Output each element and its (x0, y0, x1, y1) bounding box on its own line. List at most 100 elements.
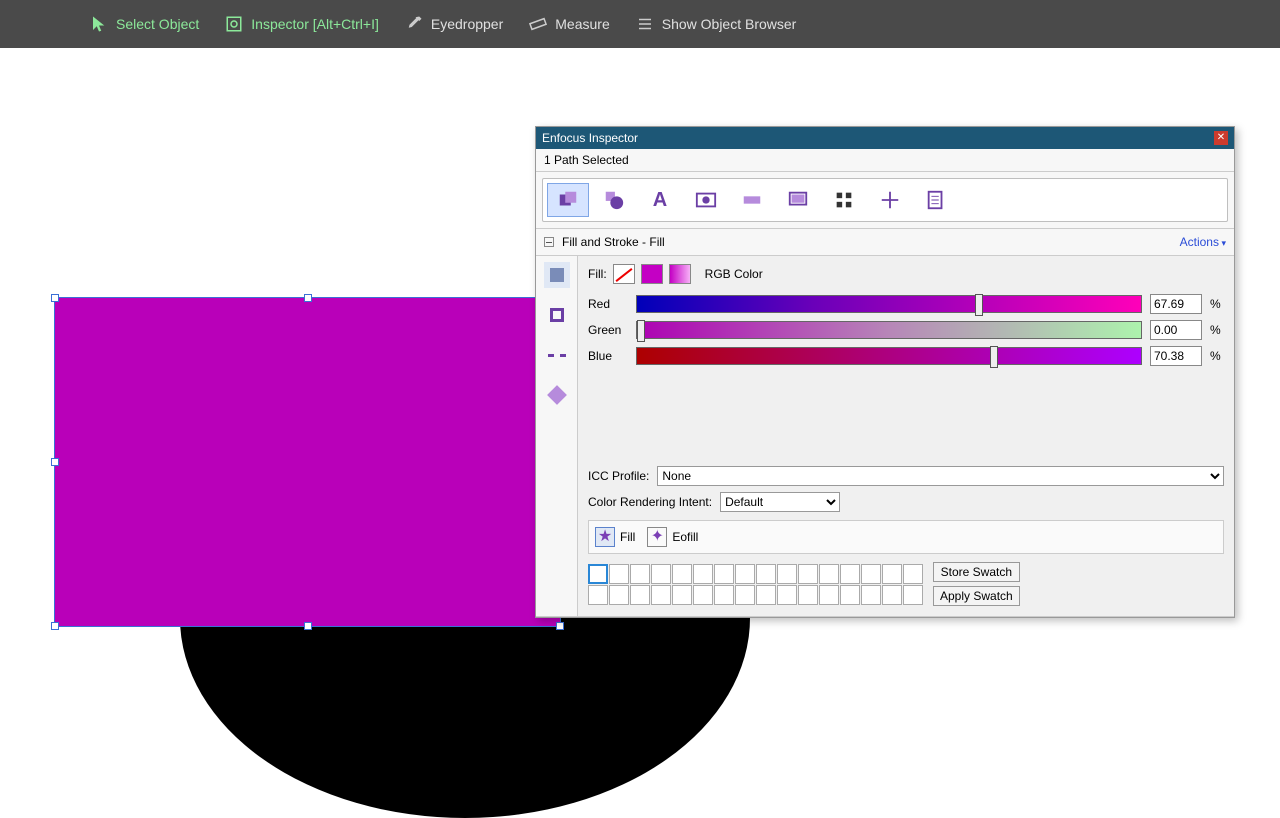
swatch-grid (588, 564, 923, 605)
swatch-slot[interactable] (693, 585, 713, 605)
green-value-input[interactable] (1150, 320, 1202, 340)
fill-swatch-row: Fill: RGB Color (588, 264, 1224, 284)
measure-tool[interactable]: Measure (529, 15, 609, 33)
resize-handle[interactable] (304, 294, 312, 302)
swatch-slot[interactable] (630, 564, 650, 584)
eyedropper-label: Eyedropper (431, 16, 503, 32)
tab-image[interactable] (685, 183, 727, 217)
fill-rule-row: ★Fill ✦Eofill (588, 520, 1224, 554)
swatch-slot[interactable] (672, 564, 692, 584)
subtab-overprint[interactable] (544, 382, 570, 408)
tab-transparency[interactable] (593, 183, 635, 217)
inspector-titlebar[interactable]: Enfocus Inspector ✕ (536, 127, 1234, 149)
store-swatch-button[interactable]: Store Swatch (933, 562, 1020, 582)
icc-profile-select[interactable]: None (657, 466, 1224, 486)
apply-swatch-button[interactable]: Apply Swatch (933, 586, 1020, 606)
blue-slider[interactable] (636, 347, 1142, 365)
swatch-slot[interactable] (588, 564, 608, 584)
swatch-slot[interactable] (609, 564, 629, 584)
resize-handle[interactable] (51, 622, 59, 630)
swatch-slot[interactable] (840, 564, 860, 584)
swatch-slot[interactable] (714, 585, 734, 605)
tab-text[interactable]: A (639, 183, 681, 217)
swatch-slot[interactable] (588, 585, 608, 605)
fill-none-swatch[interactable] (613, 264, 635, 284)
percent-label: % (1210, 349, 1224, 363)
measure-label: Measure (555, 16, 609, 32)
subtab-stroke[interactable] (544, 302, 570, 328)
swatch-slot[interactable] (777, 564, 797, 584)
fill-rule-eofill[interactable]: ✦Eofill (647, 527, 698, 547)
swatch-slot[interactable] (609, 585, 629, 605)
resize-handle[interactable] (556, 622, 564, 630)
swatch-slot[interactable] (777, 585, 797, 605)
swatch-slot[interactable] (756, 564, 776, 584)
percent-label: % (1210, 323, 1224, 337)
resize-handle[interactable] (51, 458, 59, 466)
percent-label: % (1210, 297, 1224, 311)
fill-solid-swatch[interactable] (641, 264, 663, 284)
swatch-slot[interactable] (861, 585, 881, 605)
red-value-input[interactable] (1150, 294, 1202, 314)
tab-separations[interactable] (823, 183, 865, 217)
green-slider[interactable] (636, 321, 1142, 339)
fill-rule-fill[interactable]: ★Fill (595, 527, 635, 547)
tab-statistics[interactable] (915, 183, 957, 217)
swatch-slot[interactable] (882, 564, 902, 584)
swatch-slot[interactable] (861, 564, 881, 584)
fill-label: Fill: (588, 267, 607, 281)
swatch-slot[interactable] (630, 585, 650, 605)
tab-prepress[interactable] (731, 183, 773, 217)
green-label: Green (588, 323, 628, 337)
tab-position[interactable] (869, 183, 911, 217)
swatch-slot[interactable] (819, 585, 839, 605)
resize-handle[interactable] (51, 294, 59, 302)
swatch-slot[interactable] (651, 564, 671, 584)
swatch-slot[interactable] (735, 564, 755, 584)
object-browser-tool[interactable]: Show Object Browser (636, 15, 797, 33)
swatch-area: Store Swatch Apply Swatch (588, 562, 1224, 606)
swatch-slot[interactable] (798, 564, 818, 584)
collapse-icon[interactable] (544, 237, 554, 247)
swatch-slot[interactable] (651, 585, 671, 605)
close-button[interactable]: ✕ (1214, 131, 1228, 145)
resize-handle[interactable] (304, 622, 312, 630)
fill-gradient-swatch[interactable] (669, 264, 691, 284)
swatch-slot[interactable] (819, 564, 839, 584)
blue-channel-row: Blue % (588, 346, 1224, 366)
cursor-icon (90, 15, 108, 33)
swatch-slot[interactable] (735, 585, 755, 605)
swatch-slot[interactable] (882, 585, 902, 605)
swatch-slot[interactable] (756, 585, 776, 605)
render-label: Color Rendering Intent: (588, 495, 712, 509)
swatch-slot[interactable] (714, 564, 734, 584)
eyedropper-tool[interactable]: Eyedropper (405, 15, 503, 33)
fill-stroke-subtabs (536, 256, 578, 616)
swatch-slot[interactable] (840, 585, 860, 605)
tab-fill-stroke[interactable] (547, 183, 589, 217)
inspector-category-tabs: A (536, 172, 1234, 228)
section-header: Fill and Stroke - Fill Actions (536, 228, 1234, 256)
tab-screen[interactable] (777, 183, 819, 217)
selection-status: 1 Path Selected (536, 149, 1234, 172)
list-icon (636, 15, 654, 33)
subtab-fill[interactable] (544, 262, 570, 288)
select-object-tool[interactable]: Select Object (90, 15, 199, 33)
swatch-slot[interactable] (903, 564, 923, 584)
inspector-label: Inspector [Alt+Ctrl+I] (251, 16, 379, 32)
red-slider[interactable] (636, 295, 1142, 313)
color-space-label: RGB Color (705, 267, 763, 281)
swatch-slot[interactable] (903, 585, 923, 605)
eyedropper-icon (405, 15, 423, 33)
swatch-slot[interactable] (672, 585, 692, 605)
swatch-slot[interactable] (693, 564, 713, 584)
browser-label: Show Object Browser (662, 16, 797, 32)
render-intent-select[interactable]: Default (720, 492, 840, 512)
actions-menu[interactable]: Actions (1180, 235, 1226, 249)
selected-rect-object[interactable] (55, 298, 560, 626)
inspector-window: Enfocus Inspector ✕ 1 Path Selected A Fi… (535, 126, 1235, 618)
blue-value-input[interactable] (1150, 346, 1202, 366)
inspector-tool[interactable]: Inspector [Alt+Ctrl+I] (225, 15, 379, 33)
swatch-slot[interactable] (798, 585, 818, 605)
subtab-dash[interactable] (544, 342, 570, 368)
